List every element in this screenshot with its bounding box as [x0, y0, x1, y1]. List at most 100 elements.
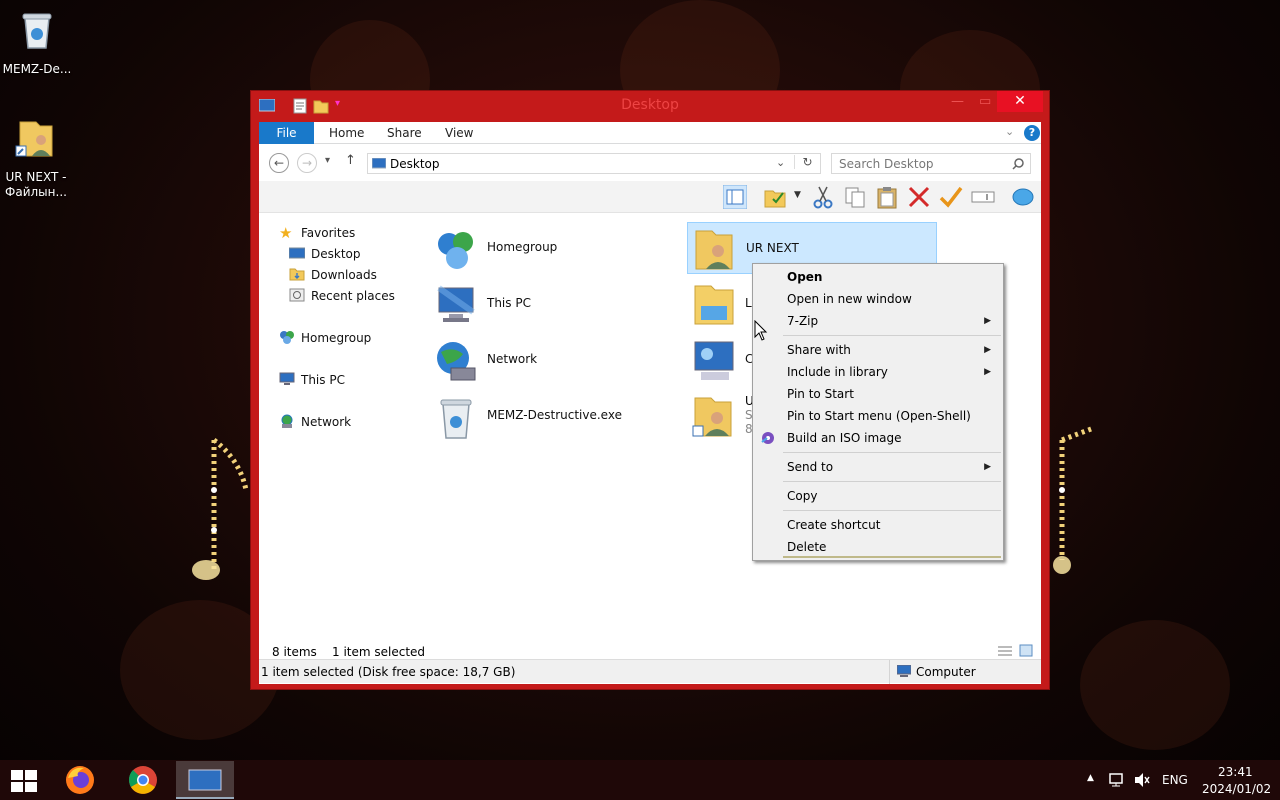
- large-icons-view-icon[interactable]: [1019, 644, 1033, 657]
- recent-locations-icon[interactable]: ▾: [325, 155, 330, 166]
- nav-this-pc[interactable]: This PC: [279, 371, 345, 389]
- menu-item-label: 7-Zip: [787, 314, 819, 328]
- title-bar[interactable]: ▾ Desktop — ▭ ✕: [251, 91, 1049, 121]
- context-menu: Open Open in new window 7-Zip ▶ Share wit…: [752, 263, 1004, 561]
- minimize-icon[interactable]: —: [951, 94, 964, 109]
- desktop-icon-memz[interactable]: MEMZ-De...: [1, 8, 73, 77]
- volume-muted-icon[interactable]: [1133, 772, 1151, 788]
- tab-share[interactable]: Share: [387, 122, 422, 144]
- ribbon-tabs: File Home Share View ⌄ ?: [259, 122, 1041, 144]
- paste-icon[interactable]: [875, 185, 899, 209]
- menu-item-pin-to-start-menu[interactable]: Pin to Start menu (Open-Shell): [755, 405, 1001, 427]
- forward-arrow-icon: →: [301, 156, 313, 170]
- zone-label: Computer: [916, 665, 976, 679]
- share-cloud-icon[interactable]: [1011, 185, 1035, 209]
- copy-icon[interactable]: [843, 185, 867, 209]
- file-item[interactable]: Homegroup: [429, 222, 669, 274]
- menu-item-label: Share with: [787, 343, 851, 357]
- nav-recent-places[interactable]: Recent places: [289, 287, 395, 305]
- tab-home[interactable]: Home: [329, 122, 364, 144]
- delete-icon[interactable]: [907, 185, 931, 209]
- search-placeholder: Search Desktop: [839, 157, 934, 171]
- nav-label: This PC: [301, 373, 345, 387]
- menu-item-delete[interactable]: Delete: [755, 536, 1001, 558]
- desktop-icon-label: MEMZ-De...: [2, 62, 72, 76]
- preview-pane-icon[interactable]: [723, 185, 747, 209]
- help-icon[interactable]: ?: [1024, 125, 1040, 141]
- submenu-arrow-icon: ▶: [984, 367, 991, 377]
- menu-item-label: Open in new window: [787, 292, 912, 306]
- libraries-icon: [694, 285, 734, 325]
- rename-check-icon[interactable]: [939, 185, 963, 209]
- nav-label: Homegroup: [301, 331, 372, 345]
- tab-view[interactable]: View: [445, 122, 473, 144]
- computer-icon: [279, 372, 295, 385]
- file-item[interactable]: Network: [429, 334, 669, 386]
- forward-button[interactable]: →: [297, 153, 317, 173]
- menu-item-include-in-library[interactable]: Include in library ▶: [755, 361, 1001, 383]
- menu-item-send-to[interactable]: Send to ▶: [755, 456, 1001, 478]
- address-path: Desktop: [390, 157, 440, 171]
- menu-item-open[interactable]: Open: [755, 266, 1001, 288]
- desktop-icon-ur-next[interactable]: UR NEXT - Файлын...: [0, 116, 72, 200]
- nav-network[interactable]: Network: [279, 413, 351, 431]
- computer-icon: [437, 285, 475, 322]
- maximize-icon[interactable]: ▭: [979, 94, 991, 109]
- menu-item-build-iso[interactable]: Build an ISO image: [755, 427, 1001, 449]
- homegroup-icon: [438, 232, 473, 269]
- menu-item-label: Build an ISO image: [787, 431, 902, 445]
- windows-start-icon[interactable]: [11, 770, 37, 792]
- close-button[interactable]: ✕: [997, 91, 1043, 112]
- details-status-bar: 1 item selected (Disk free space: 18,7 G…: [259, 659, 1041, 684]
- network-tray-icon[interactable]: [1108, 772, 1126, 788]
- nav-label: Desktop: [311, 247, 361, 261]
- show-hidden-icons[interactable]: ▲: [1087, 773, 1094, 783]
- clock-date[interactable]: 2024/01/02: [1202, 782, 1271, 796]
- address-bar[interactable]: Desktop ⌄ ↻: [367, 153, 821, 174]
- explorer-window-icon: [188, 769, 222, 791]
- up-arrow-icon[interactable]: ↑: [345, 153, 356, 168]
- nav-downloads[interactable]: Downloads: [289, 266, 377, 284]
- firefox-icon[interactable]: [64, 764, 96, 796]
- menu-item-copy[interactable]: Copy: [755, 485, 1001, 507]
- address-dropdown-icon[interactable]: ⌄: [776, 156, 785, 169]
- menu-separator: [783, 510, 1001, 511]
- menu-item-share-with[interactable]: Share with ▶: [755, 339, 1001, 361]
- homegroup-icon: [280, 331, 294, 344]
- submenu-arrow-icon: ▶: [984, 316, 991, 326]
- refresh-icon[interactable]: ↻: [794, 155, 820, 169]
- ribbon-expand-icon[interactable]: ⌄: [1005, 125, 1014, 138]
- taskbar-explorer-button[interactable]: [176, 761, 234, 799]
- back-button[interactable]: ←: [269, 153, 289, 173]
- disk-free-text: 1 item selected (Disk free space: 18,7 G…: [261, 665, 516, 679]
- file-item[interactable]: This PC: [429, 278, 669, 330]
- input-language[interactable]: ENG: [1162, 773, 1188, 787]
- address-row: ← → ▾ ↑ Desktop ⌄ ↻ Search Desktop: [259, 145, 1041, 181]
- properties-dropdown-icon[interactable]: ▼: [794, 190, 801, 200]
- menu-item-create-shortcut[interactable]: Create shortcut: [755, 514, 1001, 536]
- menu-item-7zip[interactable]: 7-Zip ▶: [755, 310, 1001, 332]
- details-view-icon[interactable]: [997, 645, 1013, 657]
- menu-item-open-new-window[interactable]: Open in new window: [755, 288, 1001, 310]
- control-panel-icon: [694, 341, 734, 380]
- nav-favorites[interactable]: ★ Favorites: [279, 224, 355, 242]
- navigation-pane: ★ Favorites Desktop Downloads Recent plac…: [259, 214, 419, 634]
- tab-file[interactable]: File: [259, 122, 314, 144]
- menu-item-label: Copy: [787, 489, 818, 503]
- nav-desktop[interactable]: Desktop: [289, 245, 361, 263]
- file-name: This PC: [487, 296, 531, 310]
- window-title: Desktop: [621, 97, 679, 113]
- menu-item-pin-to-start[interactable]: Pin to Start: [755, 383, 1001, 405]
- file-name: Homegroup: [487, 240, 558, 254]
- rename-field-icon[interactable]: [971, 185, 995, 209]
- chrome-icon[interactable]: [127, 764, 159, 796]
- network-icon: [281, 414, 293, 428]
- menu-separator: [783, 481, 1001, 482]
- nav-homegroup[interactable]: Homegroup: [279, 329, 371, 347]
- clock-time[interactable]: 23:41: [1218, 765, 1253, 779]
- cut-icon[interactable]: [811, 185, 835, 209]
- file-item[interactable]: MEMZ-Destructive.exe: [429, 390, 669, 442]
- search-input[interactable]: Search Desktop: [831, 153, 1031, 174]
- desktop-icon-label: UR NEXT - Файлын...: [5, 170, 67, 199]
- properties-folder-icon[interactable]: [763, 185, 787, 209]
